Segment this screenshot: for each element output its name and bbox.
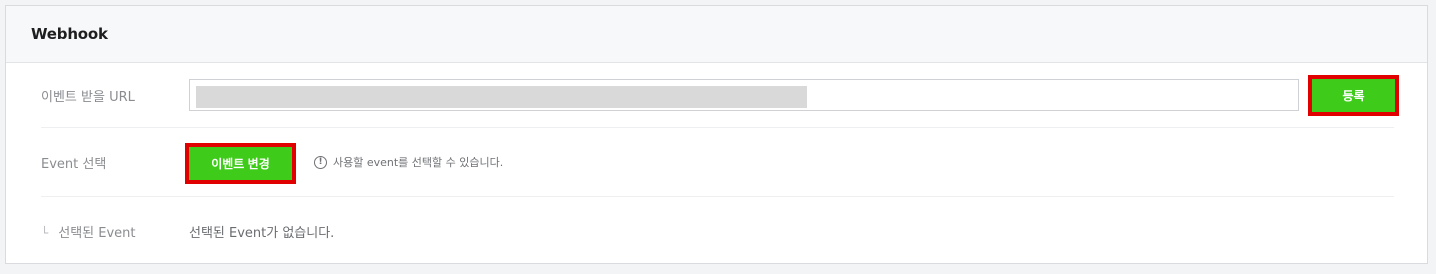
panel-title: Webhook [31,25,108,43]
url-label: 이벤트 받을 URL [41,89,135,105]
register-button[interactable]: 등록 [1312,79,1395,112]
url-row: 이벤트 받을 URL 등록 [41,63,1399,128]
url-input[interactable] [189,79,1299,111]
selected-event-label-wrap: └ 선택된 Event [41,222,136,241]
selected-event-label: 선택된 Event [58,225,136,241]
info-icon: ! [314,155,327,169]
change-event-button[interactable]: 이벤트 변경 [189,147,292,180]
event-info: ! 사용할 event를 선택할 수 있습니다. [314,154,503,170]
panel-header: Webhook [6,6,1427,63]
event-select-label: Event 선택 [41,156,107,172]
webhook-panel: Webhook 이벤트 받을 URL 등록 Event 선택 이벤트 변경 ! … [5,5,1428,264]
event-select-row: Event 선택 이벤트 변경 ! 사용할 event를 선택할 수 있습니다. [41,128,1394,197]
tree-corner-icon: └ [41,225,49,240]
no-event-text: 선택된 Event가 없습니다. [189,225,335,241]
event-info-text: 사용할 event를 선택할 수 있습니다. [333,156,504,169]
url-redacted-value [196,86,807,108]
selected-event-row: └ 선택된 Event 선택된 Event가 없습니다. [41,197,1394,265]
